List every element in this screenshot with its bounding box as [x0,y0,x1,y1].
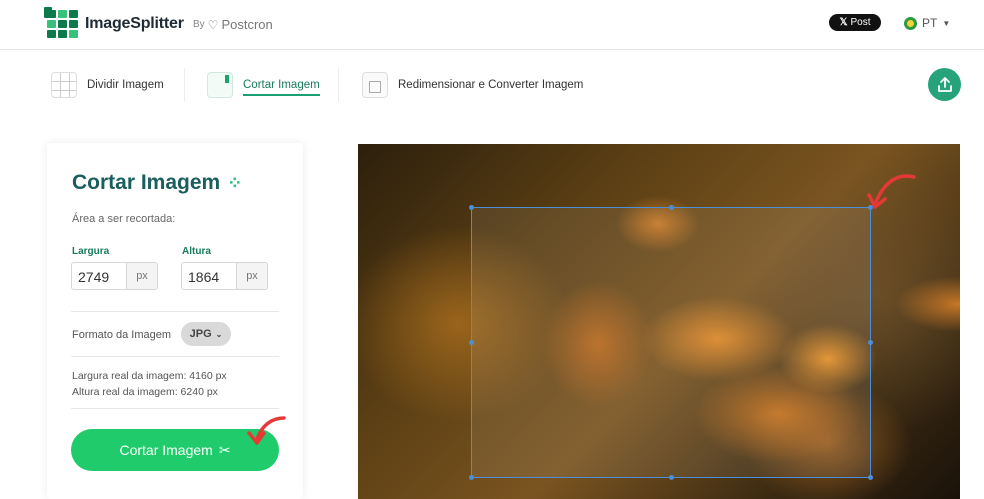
brand-name: ImageSplitter [85,14,184,32]
upload-icon [937,76,952,92]
width-unit: px [126,263,157,289]
height-unit: px [236,263,267,289]
language-selector[interactable]: PT ▼ [904,16,950,30]
chevron-down-icon: ⌄ [215,329,223,339]
format-select[interactable]: JPG ⌄ [181,322,231,346]
format-label: Formato da Imagem [72,329,172,341]
tab-divider [338,68,339,102]
logo-grid-icon: ✂ [44,7,79,38]
crop-selection-box[interactable] [469,205,873,480]
crop-handle[interactable] [469,340,474,345]
annotation-arrow-icon [867,174,916,209]
crop-handle[interactable] [868,340,873,345]
tab-resize-convert[interactable]: Redimensionar e Converter Imagem [362,72,583,98]
tab-divide-image[interactable]: Dividir Imagem [51,72,164,98]
crop-handle[interactable] [469,475,474,480]
brazil-flag-icon [904,16,917,30]
tool-tabs: Dividir Imagem Cortar Imagem Redimension… [0,60,984,112]
divider [71,408,279,409]
width-input[interactable]: 2749 [72,263,126,289]
crop-handle[interactable] [669,475,674,480]
resize-icon [362,72,388,98]
loading-spinner-icon: ⁘ [227,172,243,193]
height-label: Altura [182,246,211,257]
by-postcron[interactable]: By ♡ Postcron [193,17,273,32]
annotation-arrow-icon [247,416,286,445]
scissors-icon: ✂ [218,441,231,458]
crop-handle[interactable] [868,475,873,480]
real-dimensions: Largura real da imagem: 4160 px Altura r… [72,368,227,400]
panel-title: Cortar Imagem ⁘ [72,171,243,194]
real-height-text: Altura real da imagem: 6240 px [72,386,218,398]
logo[interactable]: ✂ ImageSplitter [44,7,184,38]
tab-divider [184,68,185,102]
postcron-icon: ♡ [207,17,219,32]
divider [71,311,279,312]
top-header: ✂ ImageSplitter By ♡ Postcron 𝕏 Post PT … [0,0,984,50]
grid-icon [51,72,77,98]
crop-handle[interactable] [669,205,674,210]
width-label: Largura [72,246,110,257]
real-width-text: Largura real da imagem: 4160 px [72,370,227,382]
crop-handle[interactable] [469,205,474,210]
partner-name: Postcron [221,17,273,32]
upload-button[interactable] [928,68,961,101]
tab-crop-image[interactable]: Cortar Imagem [207,72,320,98]
area-label: Área a ser recortada: [72,213,176,225]
divider [71,356,279,357]
height-input[interactable]: 1864 [182,263,236,289]
height-field: 1864 px [181,262,268,290]
x-logo-icon: 𝕏 [839,17,848,28]
width-field: 2749 px [71,262,158,290]
crop-icon [207,72,233,98]
caret-down-icon: ▼ [942,18,951,28]
x-post-button[interactable]: 𝕏 Post [829,14,881,31]
